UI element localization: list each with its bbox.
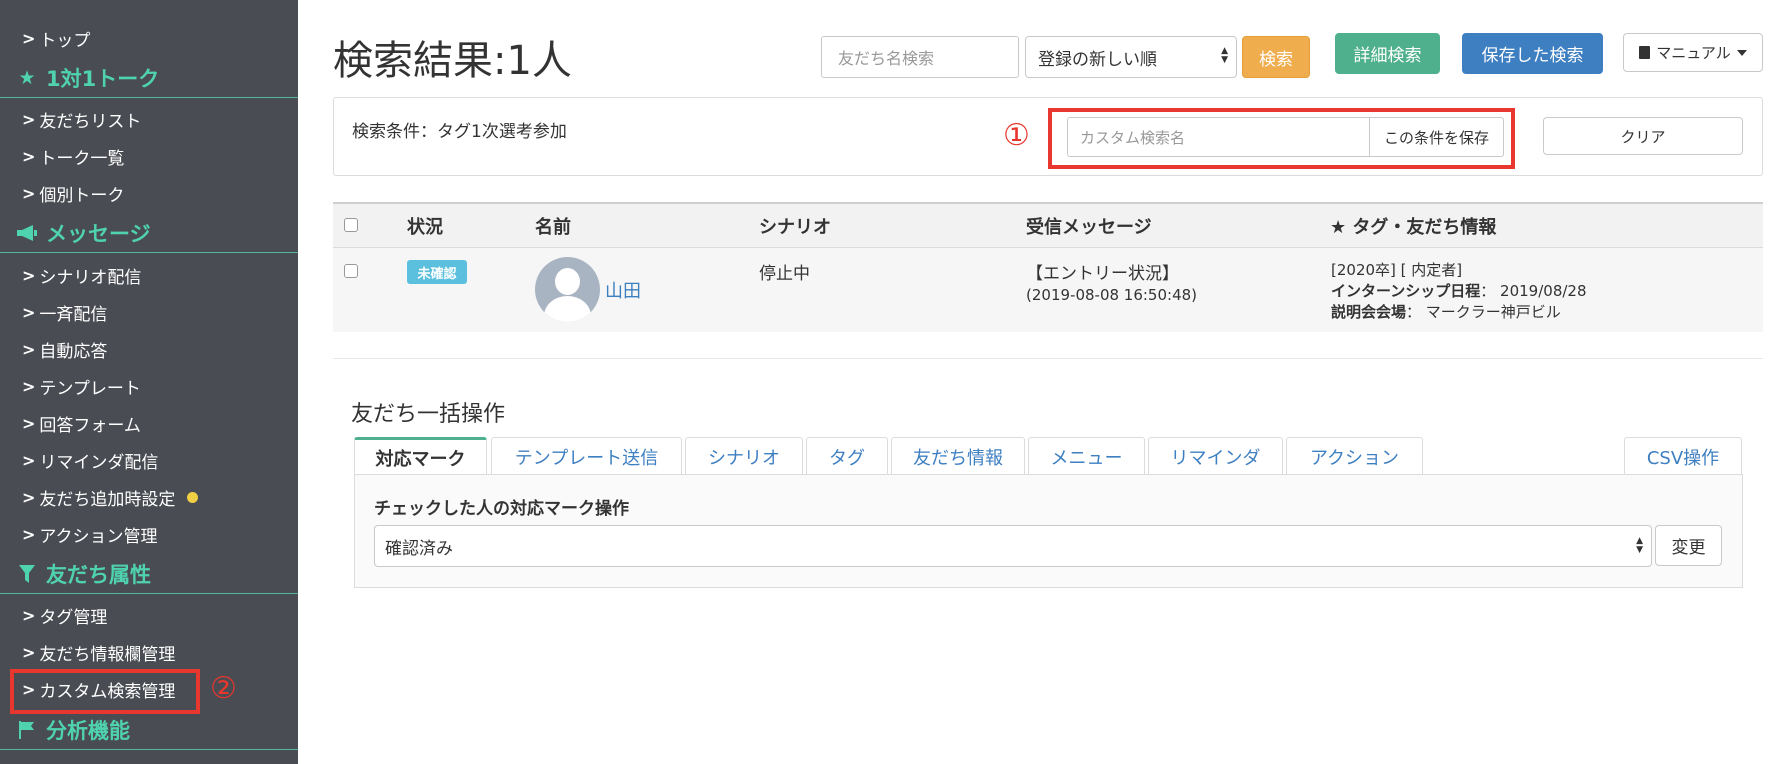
tab-action[interactable]: アクション	[1286, 437, 1423, 475]
sort-select[interactable]: 登録の新しい順 ▲ ▼	[1025, 36, 1237, 78]
avatar	[535, 257, 600, 322]
chevron-right-icon: >	[22, 376, 36, 396]
chevron-right-icon: >	[22, 146, 36, 166]
column-header-message: 受信メッセージ	[1026, 217, 1152, 238]
annotation-number-2: ②	[210, 671, 237, 706]
divider	[333, 358, 1763, 359]
filter-icon	[14, 564, 40, 583]
bulk-operations-title: 友だち一括操作	[351, 402, 506, 427]
flag-icon	[14, 720, 40, 739]
chevron-right-icon: >	[22, 109, 36, 129]
sidebar-item-friend-list[interactable]: > 友だちリスト	[22, 105, 141, 133]
row-checkbox[interactable]	[344, 264, 358, 278]
chevron-right-icon: >	[22, 524, 36, 544]
star-icon: ★	[18, 66, 36, 89]
page-title: 検索結果:1人	[333, 38, 572, 84]
sidebar-item-tag[interactable]: > タグ管理	[22, 601, 107, 629]
sidebar-item-friend-add-settings[interactable]: > 友だち追加時設定	[22, 483, 199, 511]
sidebar: > トップ ★ 1対1トーク > 友だちリスト > トーク一覧 > 個別トーク メッセージ…	[0, 0, 298, 764]
annotation-number-1: ①	[1003, 118, 1030, 153]
select-all-checkbox[interactable]	[344, 218, 358, 232]
tab-friend-info[interactable]: 友だち情報	[891, 437, 1025, 475]
chevron-right-icon: >	[22, 339, 36, 359]
chevron-right-icon: >	[22, 265, 36, 285]
chevron-right-icon: >	[22, 302, 36, 322]
sidebar-item-scenario[interactable]: > シナリオ配信	[22, 261, 141, 289]
sidebar-section-talk: ★ 1対1トーク	[0, 58, 298, 98]
sidebar-item-action[interactable]: > アクション管理	[22, 520, 158, 548]
clear-button[interactable]: クリア	[1543, 117, 1743, 155]
support-mark-label: チェックした人の対応マーク操作	[374, 499, 629, 519]
scenario-cell: 停止中	[759, 264, 810, 284]
chevron-right-icon: >	[22, 487, 36, 507]
sidebar-item-individual-talk[interactable]: > 個別トーク	[22, 179, 124, 207]
tag-list: [2020卒] [ 内定者]	[1331, 261, 1463, 279]
column-header-status: 状況	[407, 217, 443, 238]
save-condition-button[interactable]: この条件を保存	[1369, 117, 1504, 157]
column-header-name: 名前	[535, 217, 571, 238]
saved-search-button[interactable]: 保存した検索	[1462, 33, 1603, 74]
chevron-right-icon: >	[22, 183, 36, 203]
select-arrows-icon: ▲ ▼	[1221, 46, 1228, 65]
support-mark-select[interactable]: 確認済み ▲ ▼	[374, 525, 1652, 567]
chevron-right-icon: >	[22, 605, 36, 625]
tab-csv[interactable]: CSV操作	[1624, 437, 1742, 475]
megaphone-icon	[14, 224, 40, 241]
column-header-tags: ★ タグ・友だち情報	[1330, 217, 1497, 238]
sidebar-section-attributes: 友だち属性	[0, 554, 298, 594]
manual-button[interactable]: マニュアル	[1623, 33, 1763, 72]
tab-template-send[interactable]: テンプレート送信	[491, 437, 682, 475]
chevron-right-icon: >	[22, 413, 36, 433]
sidebar-item-template[interactable]: > テンプレート	[22, 372, 141, 400]
highlight-box-custom-search	[10, 669, 200, 714]
sidebar-item-reminder[interactable]: > リマインダ配信	[22, 446, 158, 474]
sidebar-section-message: メッセージ	[0, 213, 298, 253]
sidebar-item-answer-form[interactable]: > 回答フォーム	[22, 409, 141, 437]
sidebar-section-analytics: 分析機能	[0, 710, 298, 750]
tab-menu[interactable]: メニュー	[1028, 437, 1145, 475]
search-button[interactable]: 検索	[1242, 36, 1310, 78]
friend-name-link[interactable]: 山田	[605, 277, 641, 303]
status-badge: 未確認	[407, 260, 467, 284]
chevron-right-icon: >	[22, 28, 36, 48]
tab-reminder[interactable]: リマインダ	[1148, 437, 1283, 475]
tab-tag[interactable]: タグ	[806, 437, 888, 475]
select-arrows-icon: ▲ ▼	[1636, 536, 1643, 555]
tab-support-mark[interactable]: 対応マーク	[354, 437, 487, 476]
sidebar-item-friend-info[interactable]: > 友だち情報欄管理	[22, 638, 175, 666]
message-time: (2019-08-08 16:50:48)	[1026, 286, 1198, 304]
search-condition-label: 検索条件：タグ1次選考参加	[352, 122, 567, 142]
column-header-scenario: シナリオ	[759, 217, 831, 238]
detail-search-button[interactable]: 詳細検索	[1335, 33, 1440, 74]
book-icon	[1639, 46, 1651, 59]
chevron-right-icon: >	[22, 450, 36, 470]
message-cell: 【エントリー状況】	[1026, 264, 1179, 284]
sidebar-item-talk-list[interactable]: > トーク一覧	[22, 142, 124, 170]
friend-info-venue: 説明会会場： マークラー神戸ビル	[1331, 303, 1561, 321]
sidebar-item-label: トップ	[39, 30, 91, 51]
tab-scenario[interactable]: シナリオ	[685, 437, 803, 475]
notification-dot	[187, 491, 199, 503]
sidebar-item-top[interactable]: > トップ	[22, 24, 90, 52]
caret-down-icon	[1736, 49, 1747, 56]
custom-search-name-input[interactable]: カスタム検索名	[1067, 117, 1370, 157]
sidebar-item-broadcast[interactable]: > 一斉配信	[22, 298, 107, 326]
chevron-right-icon: >	[22, 642, 36, 662]
friend-info-internship: インターンシップ日程： 2019/08/28	[1331, 282, 1587, 300]
change-button[interactable]: 変更	[1655, 525, 1722, 566]
friend-name-search-input[interactable]: 友だち名検索	[821, 36, 1019, 78]
sidebar-item-auto-reply[interactable]: > 自動応答	[22, 335, 107, 363]
